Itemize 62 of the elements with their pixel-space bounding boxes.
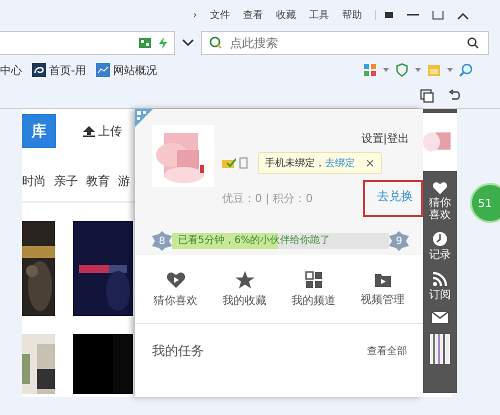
- shortcut-button[interactable]: 视频管理: [360, 272, 404, 306]
- tasks-title: 我的任务: [152, 343, 204, 360]
- caret-icon: [415, 68, 421, 72]
- category-link[interactable]: 游: [118, 172, 130, 190]
- rss-icon: [432, 271, 448, 288]
- shortcut-button[interactable]: 我的收藏: [222, 270, 266, 308]
- mail-icon: [431, 311, 449, 324]
- logout-link[interactable]: 登出: [387, 132, 409, 145]
- caret-icon: [383, 68, 389, 72]
- maximize-icon[interactable]: [432, 10, 444, 20]
- grid-icon: [304, 270, 322, 288]
- search-field[interactable]: 点此搜索: [201, 31, 489, 55]
- dropdown-icon[interactable]: [181, 38, 195, 48]
- points-text: 优豆：0 | 积分：0: [222, 191, 313, 206]
- shield-icon[interactable]: [395, 63, 409, 77]
- settings-link[interactable]: 设置: [361, 132, 384, 145]
- bookmark[interactable]: 网站概况: [96, 62, 157, 78]
- bookmark[interactable]: 首页-用: [32, 62, 86, 78]
- collapse-icon[interactable]: [456, 10, 470, 20]
- view-all-link[interactable]: 查看全部: [367, 344, 407, 358]
- bookmark[interactable]: 中心: [0, 62, 22, 78]
- sidebar-item[interactable]: 订阅: [426, 271, 454, 302]
- swirl-icon: [32, 63, 46, 77]
- search-icon[interactable]: [467, 37, 479, 49]
- progress-text: 已看5分钟，6%的小伙伴给你跪了: [177, 235, 330, 246]
- sidebar-item[interactable]: 猜你喜欢: [426, 181, 454, 222]
- level-badge: 9: [389, 231, 409, 251]
- menu-item[interactable]: 收藏: [276, 8, 296, 22]
- mail-verified-icon: [222, 158, 236, 168]
- tip-text: 手机未绑定，去绑定: [265, 156, 355, 170]
- category-link[interactable]: 时尚: [22, 172, 46, 190]
- menu-item[interactable]: 帮助: [342, 8, 362, 22]
- windows-icon[interactable]: [420, 89, 434, 103]
- menu-item[interactable]: 工具: [309, 8, 329, 22]
- upload-button[interactable]: 上传: [82, 122, 122, 140]
- star-icon: [234, 270, 254, 288]
- caret-icon: [447, 68, 453, 72]
- close-button[interactable]: ×: [365, 156, 376, 170]
- phone-icon: [239, 157, 249, 169]
- separator: |: [383, 132, 387, 145]
- address-field[interactable]: [0, 31, 175, 55]
- heart-icon: [432, 181, 448, 195]
- category-link[interactable]: 亲子: [54, 172, 78, 190]
- zoom-icon[interactable]: [459, 63, 473, 77]
- menu-item[interactable]: 查看: [243, 8, 263, 22]
- minimize-icon[interactable]: [406, 13, 420, 17]
- shortcut-button[interactable]: 猜你喜欢: [154, 270, 198, 308]
- clock-icon: [432, 231, 448, 248]
- shortcut-button[interactable]: 我的频道: [292, 270, 336, 308]
- apps-icon[interactable]: [363, 63, 377, 77]
- qr-icon[interactable]: [138, 37, 152, 49]
- heart-icon: [166, 270, 186, 288]
- level-badge: 8: [152, 231, 172, 251]
- sidebar-item[interactable]: 记录: [426, 231, 454, 262]
- upload-icon: [82, 125, 96, 137]
- menu-chevron[interactable]: ›: [193, 10, 197, 20]
- library-button[interactable]: 库: [22, 114, 56, 148]
- menu-item[interactable]: 文件: [210, 8, 230, 22]
- chart-icon: [96, 63, 110, 77]
- lightning-icon[interactable]: [158, 36, 168, 50]
- folder-icon: [374, 272, 392, 288]
- category-link[interactable]: 教育: [86, 172, 110, 190]
